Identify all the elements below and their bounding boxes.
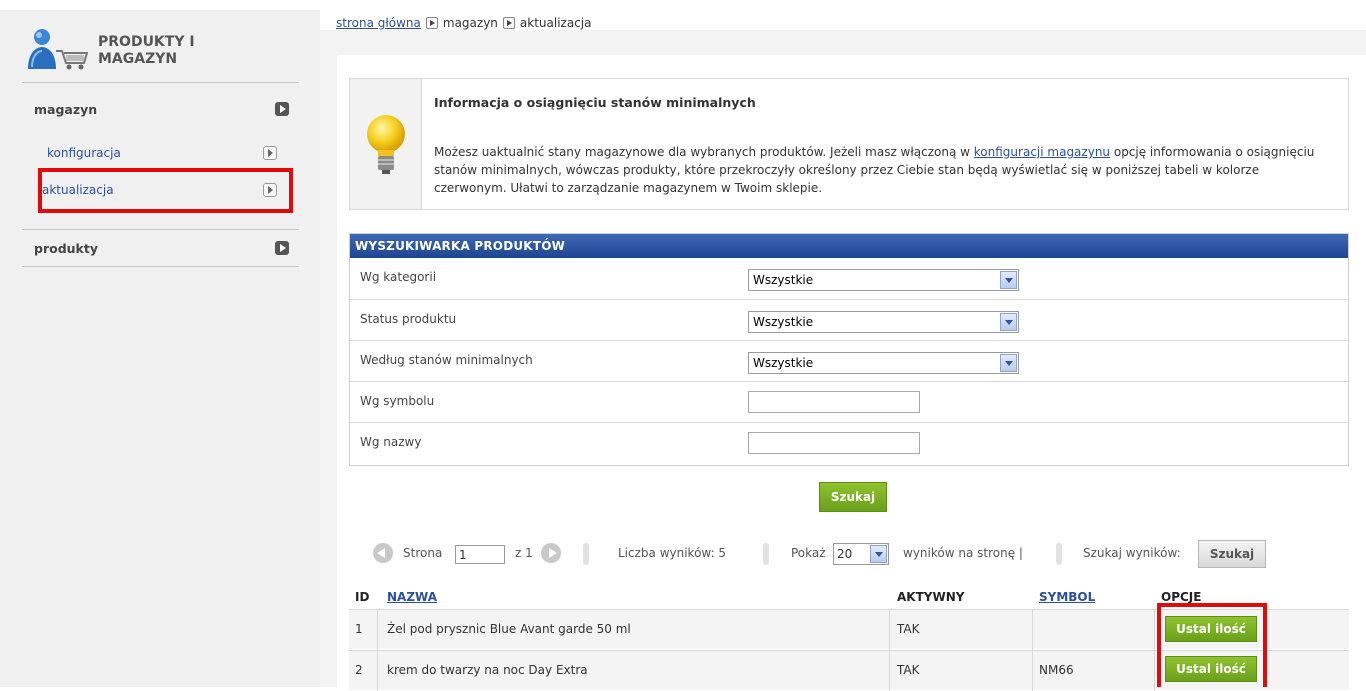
info-box: Informacja o osiągnięciu stanów minimaln…	[349, 78, 1349, 210]
column-header-active: AKTYWNY	[897, 590, 965, 604]
sidebar-divider	[22, 266, 299, 267]
dropdown-arrow-icon[interactable]	[1000, 271, 1017, 289]
form-row-name: Wg nazwy	[350, 422, 1348, 463]
highlight-box-sidebar	[38, 168, 293, 213]
show-label: Pokaż	[791, 546, 826, 560]
page-label: Strona	[403, 546, 443, 560]
search-results-button[interactable]: Szukaj	[1198, 540, 1266, 568]
cell-symbol: NM66	[1039, 663, 1074, 677]
form-label: Wg nazwy	[360, 435, 422, 449]
select-value: Wszystkie	[753, 356, 814, 370]
per-page-suffix: wyników na stronę |	[903, 546, 1023, 560]
cell-divider	[377, 610, 378, 650]
form-label: Wg kategorii	[360, 270, 437, 284]
product-search-form: WYSZUKIWARKA PRODUKTÓW Wg kategorii Wszy…	[349, 233, 1349, 466]
sidebar-section-label: magazyn	[34, 102, 98, 117]
cell-id: 2	[355, 663, 363, 677]
sidebar-header: PRODUKTY I MAGAZYN	[22, 25, 299, 83]
column-header-id: ID	[355, 590, 370, 604]
sidebar-title-line1: PRODUKTY I	[98, 34, 195, 50]
sidebar-divider	[22, 229, 299, 230]
results-count: Liczba wyników: 5	[618, 546, 727, 560]
breadcrumb: strona główna magazyn aktualizacja	[336, 16, 592, 30]
info-text-part: Możesz uaktualnić stany magazynowe dla w…	[434, 145, 974, 159]
column-header-symbol[interactable]: SYMBOL	[1039, 590, 1095, 604]
cell-name: Żel pod prysznic Blue Avant garde 50 ml	[387, 622, 631, 636]
cell-active: TAK	[897, 663, 920, 677]
form-row-status: Status produktu Wszystkie	[350, 299, 1348, 340]
status-select[interactable]: Wszystkie	[748, 311, 1019, 333]
breadcrumb-arrow-icon	[502, 17, 515, 29]
config-link[interactable]: konfiguracji magazynu	[974, 145, 1110, 159]
per-page-select[interactable]: 20	[833, 543, 889, 565]
cell-divider	[377, 651, 378, 691]
sidebar-title-line2: MAGAZYN	[98, 51, 178, 67]
cell-id: 1	[355, 622, 363, 636]
symbol-input[interactable]	[748, 391, 920, 413]
select-value: Wszystkie	[753, 273, 814, 287]
form-row-minimum-stock: Według stanów minimalnych Wszystkie	[350, 340, 1348, 381]
form-row-category: Wg kategorii Wszystkie	[350, 258, 1348, 299]
sidebar-title: PRODUKTY I MAGAZYN	[98, 34, 195, 68]
form-header: WYSZUKIWARKA PRODUKTÓW	[350, 234, 1348, 258]
cell-name: krem do twarzy na noc Day Extra	[387, 663, 588, 677]
lightbulb-icon	[367, 115, 405, 174]
expand-arrow-icon[interactable]	[275, 241, 289, 255]
separator	[763, 543, 769, 565]
sidebar-section-label: produkty	[34, 241, 98, 256]
breadcrumb-item: aktualizacja	[519, 16, 592, 30]
expand-arrow-icon[interactable]	[275, 102, 289, 116]
category-select[interactable]: Wszystkie	[748, 269, 1019, 291]
info-text: Możesz uaktualnić stany magazynowe dla w…	[434, 143, 1334, 197]
sidebar-section-magazyn[interactable]: magazyn	[22, 95, 299, 125]
separator	[1056, 543, 1062, 565]
cell-divider	[889, 651, 890, 691]
cell-active: TAK	[897, 622, 920, 636]
sidebar-item-label: konfiguracja	[47, 146, 121, 160]
cell-divider	[1032, 651, 1033, 691]
dropdown-arrow-icon[interactable]	[1000, 354, 1017, 372]
column-header-name[interactable]: NAZWA	[387, 590, 437, 604]
cell-divider	[1154, 610, 1155, 650]
next-page-icon[interactable]	[541, 543, 561, 563]
cell-divider	[1032, 610, 1033, 650]
form-label: Wg symbolu	[360, 394, 435, 408]
cell-divider	[1154, 651, 1155, 691]
breadcrumb-arrow-icon	[425, 17, 438, 29]
dropdown-arrow-icon[interactable]	[870, 545, 887, 563]
search-results-label: Szukaj wyników:	[1083, 546, 1181, 560]
page-number-input[interactable]: 1	[455, 545, 505, 564]
products-warehouse-icon	[28, 29, 88, 70]
page-total-label: z 1	[515, 546, 533, 560]
search-button[interactable]: Szukaj	[819, 482, 887, 512]
breadcrumb-home-link[interactable]: strona główna	[336, 16, 421, 30]
previous-page-icon[interactable]	[373, 543, 393, 563]
info-title: Informacja o osiągnięciu stanów minimaln…	[434, 95, 756, 110]
sidebar-section-produkty[interactable]: produkty	[22, 234, 299, 264]
dropdown-arrow-icon[interactable]	[1000, 313, 1017, 331]
separator	[583, 543, 589, 565]
form-label: Status produktu	[360, 312, 457, 326]
breadcrumb-item: magazyn	[442, 16, 498, 30]
column-header-options: OPCJE	[1161, 590, 1202, 604]
arrow-right-icon[interactable]	[263, 146, 277, 160]
form-row-symbol: Wg symbolu	[350, 381, 1348, 422]
cell-divider	[889, 610, 890, 650]
select-value: Wszystkie	[753, 315, 814, 329]
minimum-stock-select[interactable]: Wszystkie	[748, 352, 1019, 374]
highlight-box-options	[1157, 603, 1267, 687]
info-icon-panel	[350, 79, 422, 209]
form-label: Według stanów minimalnych	[360, 353, 533, 367]
pagination-bar: Strona 1 z 1 Liczba wyników: 5 Pokaż 20 …	[373, 538, 1333, 570]
select-value: 20	[837, 547, 853, 561]
sidebar-item-konfiguracja[interactable]: konfiguracja	[22, 141, 299, 167]
name-input[interactable]	[748, 432, 920, 454]
